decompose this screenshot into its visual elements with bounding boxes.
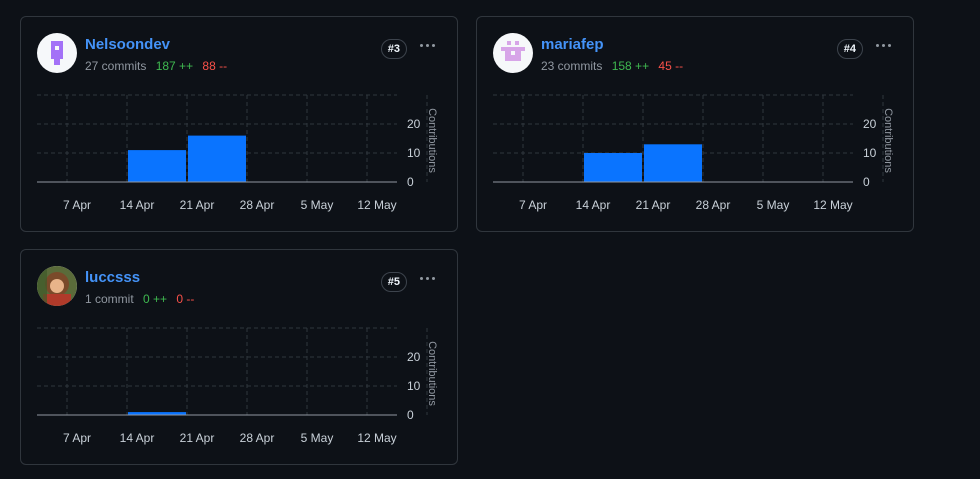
contributor-card: mariafep 23 commits 158 ++ 45 -- #4 7 Ap… xyxy=(476,16,914,232)
y-tick-label: 20 xyxy=(863,117,877,131)
y-tick-label: 10 xyxy=(407,146,421,160)
contribution-chart: 7 Apr 14 Apr 21 Apr 28 Apr 5 May 12 May 0 10 20 C… xyxy=(37,94,438,212)
y-axis-label: Contributions xyxy=(882,108,894,173)
x-tick-label: 28 Apr xyxy=(240,198,275,212)
avatar[interactable] xyxy=(37,33,77,73)
avatar[interactable] xyxy=(493,33,533,73)
y-tick-label: 0 xyxy=(407,408,414,422)
contribution-chart: 7 Apr 14 Apr 21 Apr 28 Apr 5 May 12 May 0 10 20 C… xyxy=(37,327,438,445)
x-tick-label: 14 Apr xyxy=(120,431,155,445)
contributor-name[interactable]: luccsss xyxy=(85,269,140,286)
avatar[interactable] xyxy=(37,266,77,306)
more-options-icon[interactable] xyxy=(415,268,439,288)
commits-count: 27 commits xyxy=(85,59,147,73)
photo-avatar-icon xyxy=(37,266,77,306)
deletions-count: 0 -- xyxy=(176,292,195,306)
contribution-chart: 7 Apr 14 Apr 21 Apr 28 Apr 5 May 12 May 0 10 20 C… xyxy=(493,94,894,212)
x-tick-label: 7 Apr xyxy=(519,198,547,212)
deletions-count: 88 -- xyxy=(202,59,228,73)
contributor-stats: 23 commits 158 ++ 45 -- xyxy=(541,59,683,73)
chart-bar[interactable] xyxy=(128,150,186,182)
contributor-card: Nelsoondev 27 commits 187 ++ 88 -- #3 7 … xyxy=(20,16,458,232)
x-tick-label: 5 May xyxy=(301,198,334,212)
y-tick-label: 20 xyxy=(407,350,421,364)
chart-bar[interactable] xyxy=(584,153,642,182)
deletions-count: 45 -- xyxy=(658,59,684,73)
x-tick-label: 12 May xyxy=(357,198,396,212)
chart-bar[interactable] xyxy=(188,135,246,182)
rank-badge: #4 xyxy=(836,39,863,59)
additions-count: 187 ++ xyxy=(155,59,194,73)
identicon-icon xyxy=(51,41,63,65)
y-axis-label: Contributions xyxy=(426,108,438,173)
x-tick-label: 5 May xyxy=(301,431,334,445)
identicon-icon xyxy=(501,41,525,61)
commits-count: 23 commits xyxy=(541,59,603,73)
x-tick-label: 14 Apr xyxy=(120,198,155,212)
x-tick-label: 21 Apr xyxy=(636,198,671,212)
y-axis-label: Contributions xyxy=(426,341,438,406)
contributor-card: luccsss 1 commit 0 ++ 0 -- #5 7 Apr 14 Ap… xyxy=(20,249,458,465)
y-tick-label: 10 xyxy=(863,146,877,160)
x-tick-label: 28 Apr xyxy=(240,431,275,445)
chart-bar[interactable] xyxy=(644,144,702,182)
x-tick-label: 28 Apr xyxy=(696,198,731,212)
contributor-stats: 27 commits 187 ++ 88 -- xyxy=(85,59,227,73)
more-options-icon[interactable] xyxy=(415,35,439,55)
y-tick-label: 0 xyxy=(863,175,870,189)
x-tick-label: 12 May xyxy=(357,431,396,445)
contributor-name[interactable]: mariafep xyxy=(541,36,604,53)
y-tick-label: 20 xyxy=(407,117,421,131)
contributor-stats: 1 commit 0 ++ 0 -- xyxy=(85,292,194,306)
x-tick-label: 12 May xyxy=(813,198,852,212)
additions-count: 158 ++ xyxy=(611,59,650,73)
commits-count: 1 commit xyxy=(85,292,134,306)
rank-badge: #3 xyxy=(380,39,407,59)
contributor-name[interactable]: Nelsoondev xyxy=(85,36,170,53)
x-tick-label: 14 Apr xyxy=(576,198,611,212)
x-tick-label: 5 May xyxy=(757,198,790,212)
x-tick-label: 21 Apr xyxy=(180,198,215,212)
x-tick-label: 7 Apr xyxy=(63,198,91,212)
x-tick-label: 21 Apr xyxy=(180,431,215,445)
rank-badge: #5 xyxy=(380,272,407,292)
y-tick-label: 0 xyxy=(407,175,414,189)
more-options-icon[interactable] xyxy=(871,35,895,55)
additions-count: 0 ++ xyxy=(143,292,168,306)
y-tick-label: 10 xyxy=(407,379,421,393)
x-tick-label: 7 Apr xyxy=(63,431,91,445)
